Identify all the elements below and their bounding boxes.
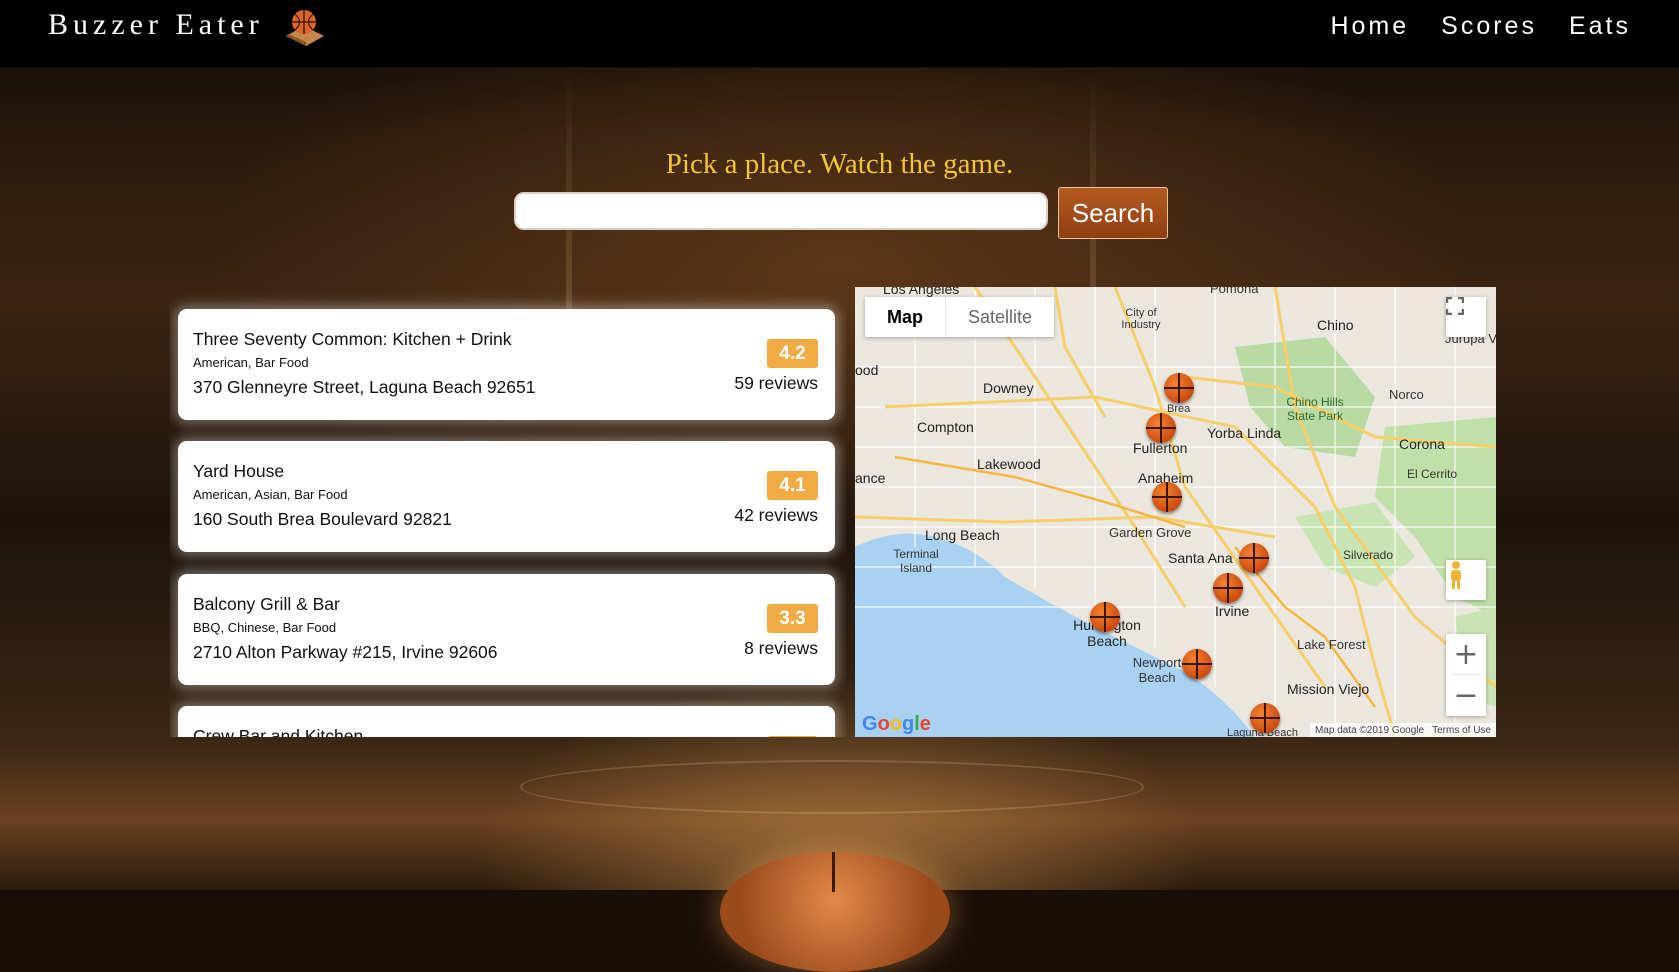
map-label-santa-ana: Santa Ana — [1168, 550, 1233, 566]
rating-badge — [767, 736, 818, 737]
zoom-in-button[interactable]: + — [1446, 634, 1486, 674]
top-navbar: Buzzer Eater Home Scores Eats — [0, 0, 1679, 68]
map-label-chino-hills: Chino Hills State Park — [1286, 395, 1344, 423]
map-label-corona: Corona — [1399, 436, 1445, 452]
rating-badge: 3.3 — [767, 604, 818, 633]
brand-name[interactable]: Buzzer Eater — [48, 8, 264, 42]
restaurant-map-pin[interactable] — [1182, 649, 1212, 679]
map-label-lakewood: Lakewood — [977, 456, 1041, 472]
map-label-mission-viejo: Mission Viejo — [1287, 681, 1370, 697]
zoom-out-button[interactable]: − — [1446, 675, 1486, 715]
restaurant-map-pin[interactable] — [1213, 573, 1243, 603]
nav-home-link[interactable]: Home — [1330, 12, 1409, 41]
nav-scores-link[interactable]: Scores — [1441, 12, 1537, 41]
map-label-chino: Chino — [1317, 317, 1354, 333]
restaurant-card[interactable]: Three Seventy Common: Kitchen + Drink Am… — [178, 309, 835, 420]
restaurant-map-pin[interactable] — [1152, 482, 1182, 512]
map-label-lance: ance — [855, 470, 886, 486]
map-label-irvine: Irvine — [1215, 603, 1250, 619]
court-circle — [520, 760, 1144, 814]
map-label-silverado: Silverado — [1343, 548, 1394, 562]
map-label-garden-grove: Garden Grove — [1109, 525, 1192, 540]
map-label-terminal-island: Terminal Island — [893, 547, 939, 575]
restaurant-name: Yard House — [193, 461, 285, 481]
basketball-decoration — [720, 852, 950, 972]
map-label-el-cerrito: El Cerrito — [1407, 467, 1458, 481]
review-count: 59 reviews — [734, 373, 818, 393]
restaurant-map-pin[interactable] — [1239, 543, 1269, 573]
fullscreen-icon — [1446, 297, 1464, 315]
restaurant-cuisine: American, Bar Food — [193, 355, 309, 370]
restaurant-card[interactable]: Balcony Grill & Bar BBQ, Chinese, Bar Fo… — [178, 574, 835, 685]
tagline: Pick a place. Watch the game. — [665, 148, 1014, 180]
map-data-credit: Map data ©2019 Google — [1314, 724, 1425, 736]
restaurant-cuisine: American, Asian, Bar Food — [193, 487, 348, 502]
search-button[interactable]: Search — [1058, 187, 1168, 239]
nav-eats-link[interactable]: Eats — [1569, 12, 1631, 41]
fullscreen-button[interactable] — [1446, 297, 1486, 337]
restaurant-address: 160 South Brea Boulevard 92821 — [193, 509, 452, 529]
restaurant-map-pin[interactable] — [1146, 413, 1176, 443]
restaurant-map-pin[interactable] — [1164, 373, 1194, 403]
restaurant-cuisine: BBQ, Chinese, Bar Food — [193, 620, 337, 635]
terms-link[interactable]: Terms of Use — [1432, 725, 1491, 736]
map-label-wood: ood — [855, 362, 879, 378]
map-type-satellite-button[interactable]: Satellite — [945, 297, 1054, 337]
restaurant-name: Balcony Grill & Bar — [193, 594, 340, 614]
map-attribution: Map data ©2019 Google Terms of Use — [1309, 723, 1496, 737]
restaurant-card[interactable]: Yard House American, Asian, Bar Food 160… — [178, 441, 835, 552]
nav-links: Home Scores Eats — [1330, 12, 1631, 41]
map-label-lake-forest: Lake Forest — [1297, 637, 1366, 652]
restaurant-map-pin[interactable] — [1250, 703, 1280, 733]
map-label-yorba-linda: Yorba Linda — [1207, 425, 1282, 441]
map-label-city-of-industry: City of Industry — [1121, 307, 1161, 331]
review-count: 42 reviews — [734, 505, 818, 525]
street-view-button[interactable] — [1446, 560, 1486, 600]
map-label-downey: Downey — [983, 380, 1034, 396]
review-count: 8 reviews — [744, 638, 818, 658]
restaurant-name: Crew Bar and Kitchen — [193, 726, 364, 737]
map-label-pomona: Pomona — [1210, 287, 1259, 296]
rating-badge: 4.2 — [767, 339, 818, 368]
search-input[interactable] — [514, 192, 1048, 230]
map-type-map-button[interactable]: Map — [865, 297, 945, 337]
rating-badge: 4.1 — [767, 471, 818, 500]
restaurant-address: 370 Glenneyre Street, Laguna Beach 92651 — [193, 377, 536, 397]
basketball-logo-icon — [286, 10, 324, 46]
restaurant-card[interactable]: Crew Bar and Kitchen — [178, 706, 835, 737]
zoom-control: + − — [1446, 634, 1486, 716]
map-label-norco: Norco — [1389, 387, 1424, 402]
results-list[interactable]: Three Seventy Common: Kitchen + Drink Am… — [170, 287, 846, 737]
map-label-compton: Compton — [917, 419, 974, 435]
google-logo: Google — [862, 713, 931, 735]
map-label-long-beach: Long Beach — [925, 527, 1000, 543]
map-type-control: Map Satellite — [865, 297, 1055, 337]
pegman-icon — [1451, 561, 1461, 589]
restaurant-name: Three Seventy Common: Kitchen + Drink — [193, 329, 512, 349]
map-label-newport-beach: Newport Beach — [1132, 655, 1182, 685]
restaurant-map-pin[interactable] — [1090, 602, 1120, 632]
restaurant-address: 2710 Alton Parkway #215, Irvine 92606 — [193, 642, 498, 662]
map-panel[interactable]: Los Angeles Pomona City of Industry Chin… — [855, 287, 1496, 737]
map-label-los-angeles: Los Angeles — [883, 287, 960, 297]
map-label-brea: Brea — [1167, 403, 1191, 415]
